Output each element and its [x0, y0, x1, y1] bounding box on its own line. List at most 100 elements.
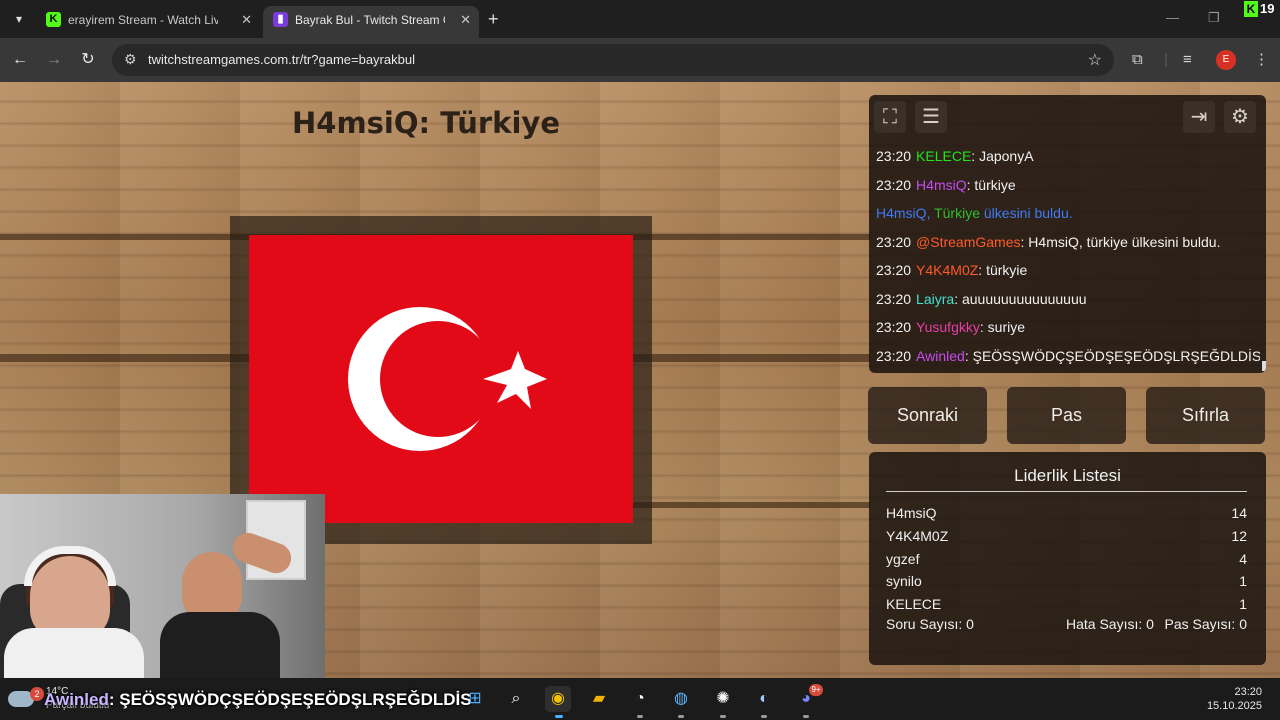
- chat-time: 23:20: [876, 148, 912, 164]
- forward-arrow-icon[interactable]: →: [43, 50, 65, 70]
- chat-text: : ŞEÖSŞWÖDÇŞEÖDŞEŞEÖDŞLRŞEĞDLDİS: [964, 347, 1260, 364]
- leaderboard-row: KELECE 1: [886, 593, 1247, 615]
- chat-list: 23:20 KELECE: JaponyA 23:20 H4msiQ: türkiy…: [876, 142, 1260, 372]
- search-icon[interactable]: ⌕: [503, 686, 529, 712]
- chat-message: 23:20 Y4K4M0Z: türkyie: [876, 256, 1260, 285]
- clock-time: 23:20: [1234, 686, 1262, 698]
- leaderboard-name: KELECE: [886, 596, 942, 612]
- system-clock[interactable]: 23:20 15.10.2025: [1207, 685, 1262, 713]
- restore-icon[interactable]: ❐: [1208, 10, 1220, 26]
- leaderboard-name: H4msiQ: [886, 505, 937, 521]
- chat-text: : H4msiQ, türkiye ülkesini buldu.: [1020, 233, 1221, 250]
- chat-panel: ⛶ ☰ ⇥ ⚙ 23:20 KELECE: JaponyA 23:20 H4msiQ…: [869, 95, 1266, 373]
- chat-user: @StreamGames: [916, 233, 1021, 250]
- browser-tab-bar: ▾ K erayirem Stream - Watch Live o ✕ ▮ B…: [0, 0, 1280, 38]
- new-tab-plus-icon[interactable]: +: [488, 9, 499, 29]
- leaderboard-panel: Liderlik Listesi H4msiQ 14 Y4K4M0Z 12 yg…: [869, 452, 1266, 665]
- system-user: H4msiQ: [876, 205, 927, 221]
- site-info-icon[interactable]: ⚙: [124, 51, 137, 68]
- leaderboard-name: synilo: [886, 573, 922, 589]
- active-app-indicator: [555, 715, 563, 718]
- leaderboard-score: 1: [1239, 596, 1247, 612]
- running-app-indicator: [678, 715, 684, 718]
- weather-badge: 2: [30, 687, 44, 701]
- minimize-icon[interactable]: —: [1166, 10, 1179, 25]
- leaderboard-score: 14: [1231, 505, 1247, 521]
- notes-icon[interactable]: ☰: [915, 101, 947, 133]
- discord-badge: 9+: [809, 684, 823, 696]
- leaderboard-title: Liderlik Listesi: [1014, 466, 1121, 485]
- chat-time: 23:20: [876, 262, 912, 278]
- leaderboard-score: 4: [1239, 551, 1247, 567]
- chat-text: : türkiye: [966, 176, 1016, 193]
- settings-gear-icon[interactable]: ⚙: [1224, 101, 1256, 133]
- question-count: Soru Sayısı: 0: [886, 616, 974, 632]
- running-app-indicator: [637, 715, 643, 718]
- exit-icon[interactable]: ⇥: [1183, 101, 1215, 133]
- close-tab-icon[interactable]: ✕: [460, 6, 471, 34]
- address-url[interactable]: twitchstreamgames.com.tr/tr?game=bayrakb…: [148, 52, 415, 67]
- file-explorer-icon[interactable]: ▰: [586, 686, 612, 712]
- brand-overlay: K 19: [1244, 1, 1280, 19]
- reload-icon[interactable]: ↻: [77, 50, 99, 70]
- chat-user: Laiyra: [916, 290, 955, 307]
- error-count: Hata Sayısı: 0: [1066, 616, 1154, 632]
- toolbar-divider: |: [1164, 51, 1168, 68]
- chat-system-message: H4msiQ, Türkiye ülkesini buldu.: [876, 199, 1260, 228]
- tab-search-chevron-icon[interactable]: ▾: [8, 8, 30, 30]
- chat-text: : auuuuuuuuuuuuuuu: [954, 290, 1087, 307]
- bookmark-star-icon[interactable]: ☆: [1088, 50, 1102, 70]
- chat-time: 23:20: [876, 347, 912, 364]
- running-app-indicator: [761, 715, 767, 718]
- webcam-person-shirt: [160, 612, 280, 678]
- fullscreen-icon[interactable]: ⛶: [874, 101, 906, 133]
- windows-taskbar: 2 14°C Parçalı bulutlu Awinled: ŞEÖSŞWÖD…: [0, 678, 1280, 720]
- leaderboard-row: H4msiQ 14: [886, 502, 1247, 524]
- close-tab-icon[interactable]: ✕: [241, 6, 252, 34]
- leaderboard-name: ygzef: [886, 551, 920, 567]
- chatgpt-icon[interactable]: ✺: [710, 686, 736, 712]
- chat-message: 23:20 Laiyra: auuuuuuuuuuuuuuu: [876, 285, 1260, 314]
- windows-start-icon[interactable]: ⊞: [462, 686, 488, 712]
- app-icon[interactable]: ◍: [668, 686, 694, 712]
- back-arrow-icon[interactable]: ←: [9, 50, 31, 70]
- chat-time: 23:20: [876, 176, 912, 193]
- reset-button[interactable]: Sıfırla: [1146, 387, 1265, 444]
- twitch-icon: ▮: [273, 12, 288, 27]
- tab-title: erayirem Stream - Watch Live o: [68, 13, 218, 27]
- stream-chat-overlay: Awinled: ŞEÖSŞWÖDÇŞEÖDŞEŞEÖDŞLRŞEĞDLDİS: [44, 690, 472, 710]
- chat-message: 23:20 @StreamGames: H4msiQ, türkiye ülkes…: [876, 228, 1260, 257]
- steam-icon[interactable]: ◐: [751, 686, 777, 712]
- overlay-user: Awinled: [44, 690, 109, 709]
- leaderboard-divider: [886, 491, 1247, 492]
- chat-text: : türkyie: [978, 262, 1028, 278]
- chat-user: Awinled: [916, 347, 965, 364]
- chat-user: Yusufgkky: [916, 319, 980, 335]
- profile-avatar[interactable]: E: [1216, 50, 1236, 70]
- overlay-text: : ŞEÖSŞWÖDÇŞEÖDŞEŞEÖDŞLRŞEĞDLDİS: [108, 690, 472, 709]
- media-control-icon[interactable]: ≡: [1183, 50, 1192, 70]
- leaderboard-score: 1: [1239, 573, 1247, 589]
- running-app-indicator: [803, 715, 809, 718]
- extensions-icon[interactable]: ⧉: [1132, 50, 1143, 70]
- browser-tab-bayrak-bul[interactable]: ▮ Bayrak Bul - Twitch Stream Gam ✕: [263, 6, 479, 38]
- leaderboard-name: Y4K4M0Z: [886, 528, 949, 544]
- system-separator: ,: [926, 205, 931, 221]
- chat-message: 23:20 Yusufgkky: suriye: [876, 313, 1260, 342]
- chat-user: H4msiQ: [916, 176, 967, 193]
- chat-scrollbar[interactable]: [1262, 361, 1266, 371]
- chrome-icon[interactable]: ◉: [545, 686, 571, 712]
- app-icon[interactable]: ◔: [627, 686, 653, 712]
- address-bar[interactable]: ⚙ twitchstreamgames.com.tr/tr?game=bayra…: [112, 44, 1114, 76]
- leaderboard-score: 12: [1231, 528, 1247, 544]
- crescent-star-icon: [348, 307, 547, 451]
- flag-turkiye: [249, 235, 633, 523]
- browser-tab-kick[interactable]: K erayirem Stream - Watch Live o ✕: [36, 6, 260, 38]
- chat-user: KELECE: [916, 148, 972, 164]
- browser-menu-icon[interactable]: ⋮: [1254, 50, 1269, 70]
- chat-text: : JaponyA: [971, 148, 1034, 164]
- pass-button[interactable]: Pas: [1007, 387, 1126, 444]
- next-button[interactable]: Sonraki: [868, 387, 987, 444]
- leaderboard-row: synilo 1: [886, 570, 1247, 592]
- weather-widget[interactable]: 2: [8, 683, 44, 715]
